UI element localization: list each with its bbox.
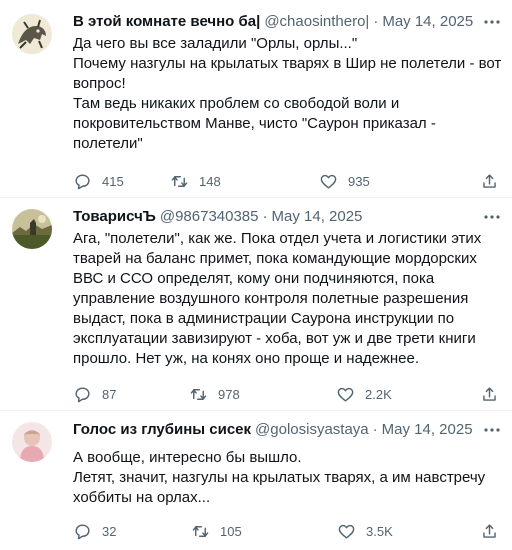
- like-count: 2.2K: [365, 386, 392, 402]
- retweet-arrows-icon: [171, 175, 188, 187]
- like-button[interactable]: 3.5K: [337, 522, 393, 541]
- more-options-button[interactable]: [482, 207, 502, 227]
- heart-icon: [320, 174, 337, 189]
- tweet-actions: 32 105 3.5K: [73, 521, 502, 541]
- more-dots-icon: [484, 428, 500, 432]
- avatar[interactable]: [12, 422, 52, 462]
- avatar[interactable]: [12, 209, 52, 249]
- retweet-button[interactable]: 148: [170, 172, 221, 191]
- author-handle[interactable]: @chaosinthero|: [264, 12, 369, 32]
- tweet-header: ТоварисчЪ @9867340385 · May 14, 2025: [73, 207, 502, 227]
- more-options-button[interactable]: [482, 420, 502, 440]
- retweet-count: 105: [220, 523, 242, 539]
- tweet-2[interactable]: ТоварисчЪ @9867340385 · May 14, 2025 Ага…: [0, 197, 512, 410]
- retweet-button[interactable]: 105: [191, 522, 242, 541]
- reply-count: 415: [102, 173, 124, 189]
- author-handle[interactable]: @9867340385: [160, 207, 259, 227]
- more-dots-icon: [484, 215, 500, 219]
- tweet-date[interactable]: May 14, 2025: [272, 207, 363, 227]
- reply-bubble-icon: [75, 386, 90, 402]
- share-upload-icon: [483, 386, 496, 401]
- reply-bubble-icon: [75, 173, 90, 189]
- header-separator: ·: [262, 208, 268, 225]
- tweet-text-line: Почему назгулы на крылатых тварях в Шир …: [73, 55, 502, 92]
- tweet-text-line: Летят, значит, назгулы на крылатых тваря…: [73, 469, 486, 506]
- tweet-header: В этой комнате вечно ба| @chaosinthero| …: [73, 12, 502, 32]
- author-name[interactable]: ТоварисчЪ: [73, 207, 156, 227]
- share-upload-icon: [483, 523, 496, 538]
- reply-count: 32: [102, 523, 117, 539]
- avatar[interactable]: [12, 14, 52, 54]
- author-name[interactable]: Голос из глубины сисек: [73, 420, 251, 440]
- heart-icon: [338, 524, 355, 539]
- tweet-text: А вообще, интересно бы вышло. Летят, зна…: [73, 448, 502, 508]
- tweet-text-line: Ага, "полетели", как же. Пока отдел учет…: [73, 230, 482, 367]
- tweet-actions: 415 148 935: [73, 171, 502, 191]
- tweet-3[interactable]: Голос из глубины сисек @golosisyastaya ·…: [0, 410, 512, 549]
- header-separator: ·: [372, 421, 378, 438]
- avatar-landscape-icon: [12, 209, 52, 249]
- tweet-text-line: Да чего вы все заладили "Орлы, орлы...": [73, 35, 358, 52]
- tweet-1[interactable]: В этой комнате вечно ба| @chaosinthero| …: [0, 0, 512, 197]
- header-separator: ·: [373, 13, 379, 30]
- reply-bubble-icon: [75, 523, 90, 539]
- share-button[interactable]: [480, 172, 499, 191]
- heart-icon: [337, 387, 354, 402]
- avatar-portrait-icon: [12, 422, 52, 462]
- retweet-arrows-icon: [190, 388, 207, 400]
- tweet-text: Ага, "полетели", как же. Пока отдел учет…: [73, 229, 502, 369]
- tweet-text-line: А вообще, интересно бы вышло.: [73, 449, 302, 466]
- author-name[interactable]: В этой комнате вечно ба|: [73, 12, 260, 32]
- like-count: 935: [348, 173, 370, 189]
- reply-button[interactable]: 415: [73, 172, 124, 191]
- like-button[interactable]: 2.2K: [336, 385, 392, 404]
- retweet-count: 978: [218, 386, 240, 402]
- share-button[interactable]: [480, 522, 499, 541]
- tweet-text: Да чего вы все заладили "Орлы, орлы..." …: [73, 34, 502, 154]
- tweet-date[interactable]: May 14, 2025: [382, 420, 473, 440]
- reply-button[interactable]: 32: [73, 522, 116, 541]
- like-button[interactable]: 935: [319, 172, 370, 191]
- retweet-button[interactable]: 978: [189, 385, 240, 404]
- tweet-header: Голос из глубины сисек @golosisyastaya ·…: [73, 420, 502, 440]
- retweet-arrows-icon: [192, 525, 209, 537]
- retweet-count: 148: [199, 173, 221, 189]
- reply-button[interactable]: 87: [73, 385, 116, 404]
- tweet-actions: 87 978 2.2K: [73, 384, 502, 404]
- tweet-date[interactable]: May 14, 2025: [382, 12, 473, 32]
- reply-count: 87: [102, 386, 117, 402]
- avatar-creature-icon: [12, 14, 52, 54]
- more-options-button[interactable]: [482, 12, 502, 32]
- tweet-text-line: Там ведь никаких проблем со свободой вол…: [73, 95, 436, 152]
- like-count: 3.5K: [366, 523, 393, 539]
- more-dots-icon: [484, 20, 500, 24]
- share-upload-icon: [483, 173, 496, 188]
- author-handle[interactable]: @golosisyastaya: [255, 420, 369, 440]
- share-button[interactable]: [480, 385, 499, 404]
